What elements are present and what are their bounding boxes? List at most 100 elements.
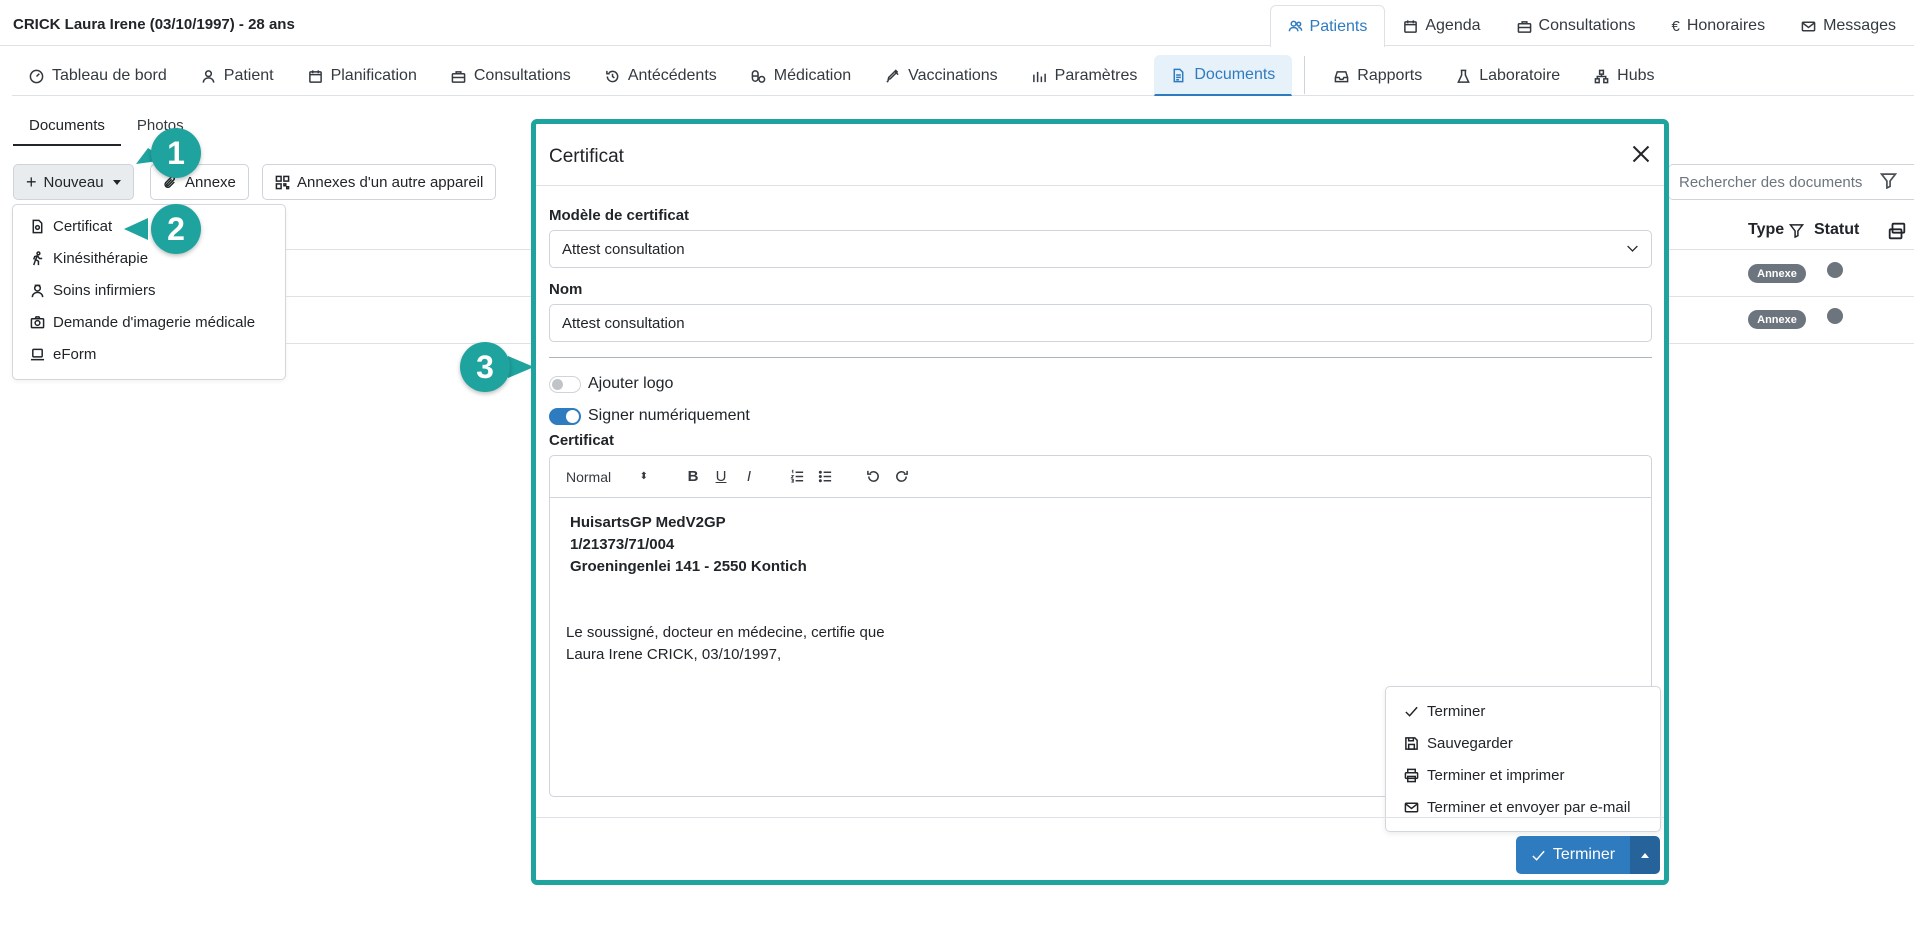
redo-icon[interactable] (890, 466, 912, 488)
undo-icon[interactable] (862, 466, 884, 488)
editor-line: 1/21373/71/004 (570, 536, 675, 553)
tab-label: Médication (773, 67, 852, 84)
document-icon (1171, 68, 1186, 83)
template-label: Modèle de certificat (549, 207, 690, 224)
tab-patient[interactable]: Patient (184, 55, 291, 96)
tab-tableau-de-bord[interactable]: Tableau de bord (12, 55, 184, 96)
template-select[interactable]: Attest consultation (549, 230, 1652, 268)
close-icon[interactable] (1630, 143, 1652, 165)
nav-agenda[interactable]: Agenda (1385, 5, 1498, 46)
tab-vaccinations[interactable]: Vaccinations (868, 55, 1015, 96)
inbox-icon (1334, 69, 1349, 84)
callout-3: 3 (460, 342, 510, 392)
tab-laboratoire[interactable]: Laboratoire (1439, 55, 1577, 96)
column-type[interactable]: Type (1748, 221, 1805, 239)
laptop-icon (30, 347, 45, 362)
plus-icon: + (26, 171, 37, 192)
action-terminer-imprimer[interactable]: Terminer et imprimer (1386, 759, 1660, 791)
certificate-icon (30, 219, 45, 234)
filter-icon[interactable] (1880, 172, 1897, 189)
search-documents-input[interactable]: Rechercher des documents (1668, 164, 1914, 200)
tab-label: Consultations (473, 67, 571, 84)
action-label: Terminer et envoyer par e-mail (1427, 798, 1631, 816)
tab-rapports[interactable]: Rapports (1317, 55, 1439, 96)
tab-planification[interactable]: Planification (291, 55, 434, 96)
column-type-label: Type (1748, 221, 1785, 238)
tab-label: Antécédents (627, 67, 717, 84)
tab-documents[interactable]: Documents (1154, 55, 1293, 96)
terminer-dropdown-toggle[interactable] (1630, 836, 1660, 874)
history-icon (605, 69, 620, 84)
toggle-logo-row[interactable]: Ajouter logo (549, 375, 673, 393)
menu-label: eForm (53, 345, 97, 363)
updown-icon: ⬍ (639, 471, 648, 482)
nouveau-button[interactable]: + Nouveau (13, 164, 134, 200)
nurse-icon (30, 283, 45, 298)
toggle-sign-label: Signer numériquement (588, 407, 750, 424)
certificat-modal: Certificat Modèle de certificat Attest c… (531, 119, 1669, 885)
briefcase-icon (1517, 19, 1532, 34)
bullet-list-icon[interactable] (814, 466, 836, 488)
name-label: Nom (549, 281, 583, 298)
toggle-sign-switch[interactable] (549, 407, 581, 425)
nav-patients[interactable]: Patients (1269, 5, 1386, 47)
name-input[interactable]: Attest consultation (549, 304, 1652, 342)
printer-icon (1404, 768, 1419, 783)
menu-item-eform[interactable]: eForm (13, 338, 285, 370)
status-dot (1827, 262, 1843, 278)
toggle-logo-label: Ajouter logo (588, 375, 674, 392)
terminer-label: Terminer (1552, 846, 1616, 863)
tab-hubs[interactable]: Hubs (1577, 55, 1671, 96)
tab-label: Hubs (1617, 67, 1655, 84)
tab-antecedents[interactable]: Antécédents (588, 55, 734, 96)
ordered-list-icon[interactable] (786, 466, 808, 488)
tab-medication[interactable]: Médication (734, 55, 868, 96)
nav-consultations[interactable]: Consultations (1499, 5, 1654, 46)
tab-documents-list[interactable]: Documents (13, 110, 121, 146)
editor-content[interactable]: HuisartsGP MedV2GP 1/21373/71/004 Groeni… (550, 498, 1651, 680)
callout-2: 2 (151, 204, 201, 254)
italic-icon[interactable]: I (738, 466, 760, 488)
network-icon (1594, 69, 1609, 84)
tab-label: Laboratoire (1479, 67, 1561, 84)
modal-title: Certificat (549, 146, 624, 167)
nav-label: Honoraires (1686, 17, 1766, 34)
chevron-down-icon (1626, 242, 1639, 255)
type-badge: Annexe (1748, 310, 1806, 329)
menu-item-kinesitherapie[interactable]: Kinésithérapie (13, 242, 285, 274)
callout-1: 1 (151, 128, 201, 178)
tab-parametres[interactable]: Paramètres (1015, 55, 1155, 96)
bold-icon[interactable]: B (682, 466, 704, 488)
editor-line: Le soussigné, docteur en médecine, certi… (566, 624, 885, 641)
terminer-button[interactable]: Terminer (1516, 836, 1630, 874)
action-terminer[interactable]: Terminer (1386, 695, 1660, 727)
nav-messages[interactable]: Messages (1783, 5, 1914, 46)
columns-settings-icon[interactable] (1888, 222, 1906, 240)
users-icon (1288, 19, 1303, 34)
euro-icon: € (1671, 17, 1680, 35)
action-sauvegarder[interactable]: Sauvegarder (1386, 727, 1660, 759)
nav-honoraires[interactable]: € Honoraires (1653, 5, 1783, 46)
underline-icon[interactable]: U (710, 466, 732, 488)
type-badge: Annexe (1748, 264, 1806, 283)
menu-label: Demande d'imagerie médicale (53, 313, 256, 331)
column-statut[interactable]: Statut (1814, 221, 1859, 239)
check-icon (1531, 848, 1546, 863)
subnav-divider (1304, 56, 1306, 94)
action-terminer-email[interactable]: Terminer et envoyer par e-mail (1386, 791, 1660, 823)
menu-item-soins-infirmiers[interactable]: Soins infirmiers (13, 274, 285, 306)
tab-label: Paramètres (1054, 67, 1138, 84)
tab-label: Documents (1194, 66, 1276, 83)
toggle-logo-switch[interactable] (549, 375, 581, 393)
menu-item-certificat[interactable]: Certificat (13, 210, 285, 242)
filter-icon[interactable] (1789, 223, 1805, 238)
format-value: Normal (566, 468, 612, 485)
annexes-other-device-button[interactable]: Annexes d'un autre appareil (262, 164, 497, 200)
format-select[interactable]: Normal ⬍ (566, 469, 656, 485)
template-value: Attest consultation (562, 240, 685, 258)
editor-toolbar: Normal ⬍ B U I (550, 456, 1651, 498)
tab-consultations[interactable]: Consultations (434, 55, 588, 96)
toggle-sign-row[interactable]: Signer numériquement (549, 407, 750, 425)
menu-item-imagerie[interactable]: Demande d'imagerie médicale (13, 306, 285, 338)
editor-line: Laura Irene CRICK, 03/10/1997, (566, 646, 782, 663)
